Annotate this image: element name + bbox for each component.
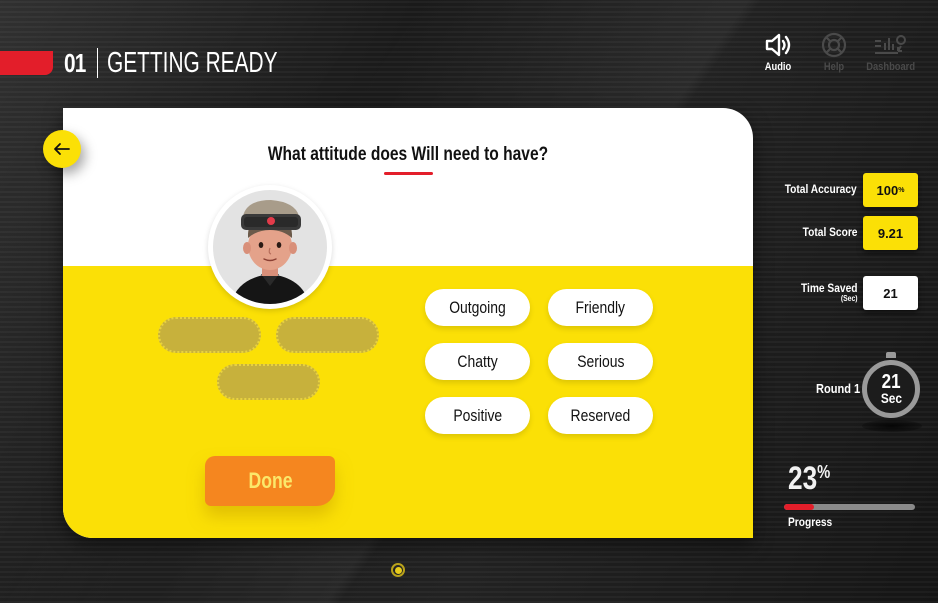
timer-shadow [862, 420, 922, 432]
score-stat: Total Score 9.21 [793, 216, 918, 250]
help-label: Help [823, 61, 845, 73]
back-button[interactable] [43, 130, 81, 168]
round-label: Round 1 [816, 381, 861, 396]
time-saved-label: Time Saved [800, 281, 857, 295]
score-value: 9.21 [863, 216, 918, 250]
section-title: GETTING READY [107, 47, 278, 79]
answer-slot[interactable] [158, 317, 261, 353]
time-saved-unit: (Sec) [840, 294, 857, 304]
dashboard-button[interactable]: Dashboard [862, 32, 918, 73]
help-button[interactable]: Help [806, 32, 862, 73]
progress-bar-fill [784, 504, 815, 510]
speaker-icon [765, 33, 791, 57]
character-illustration [231, 200, 309, 304]
option-outgoing[interactable]: Outgoing [425, 289, 530, 326]
option-label: Positive [453, 405, 502, 425]
progress-bar [784, 504, 915, 510]
time-saved-value: 21 [863, 276, 918, 310]
option-label: Serious [576, 351, 625, 371]
progress-unit: % [817, 462, 831, 482]
time-saved-stat: Time Saved (Sec) 21 [791, 276, 918, 310]
arrow-left-icon [54, 143, 70, 155]
dashboard-label: Dashboard [866, 61, 916, 73]
done-button[interactable]: Done [205, 456, 335, 506]
accuracy-value-box: 100% [863, 173, 918, 207]
audio-button[interactable]: Audio [750, 32, 806, 73]
option-positive[interactable]: Positive [425, 397, 530, 434]
timer-unit: Sec [880, 389, 902, 406]
answer-slot[interactable] [276, 317, 379, 353]
answer-options: Outgoing Friendly Chatty Serious Positiv… [425, 289, 653, 434]
done-label: Done [248, 468, 292, 493]
progress-percent: 23% [788, 460, 830, 497]
progress-label: Progress [788, 515, 833, 529]
score-label: Total Score [802, 225, 857, 240]
title-divider [97, 48, 98, 78]
option-friendly[interactable]: Friendly [548, 289, 653, 326]
audio-label: Audio [764, 61, 792, 73]
question-underline [384, 172, 433, 175]
section-number: 01 [64, 48, 86, 78]
accuracy-unit: % [898, 186, 905, 194]
option-reserved[interactable]: Reserved [548, 397, 653, 434]
option-label: Outgoing [449, 297, 506, 317]
lifebuoy-icon [821, 32, 847, 58]
dashboard-icon [875, 35, 906, 54]
option-label: Reserved [570, 405, 631, 425]
top-nav: Audio Help Dashboard [750, 32, 918, 73]
option-chatty[interactable]: Chatty [425, 343, 530, 380]
stopwatch-icon [886, 352, 896, 358]
pagination-dot[interactable] [391, 563, 405, 577]
time-saved-label-group: Time Saved (Sec) [800, 281, 857, 304]
timer-face: 21 Sec [862, 360, 920, 418]
answer-slot[interactable] [217, 364, 320, 400]
avatar-image [213, 190, 327, 304]
activity-card: What attitude does Will need to have? Ou… [63, 108, 753, 538]
section-marker [0, 51, 53, 75]
stopwatch-timer: 21 Sec [862, 352, 920, 418]
accuracy-label: Total Accuracy [785, 182, 857, 197]
accuracy-stat: Total Accuracy 100% [772, 173, 918, 207]
option-label: Friendly [575, 297, 626, 317]
question-text: What attitude does Will need to have? [267, 144, 549, 165]
option-label: Chatty [457, 351, 498, 371]
progress-value: 23 [788, 460, 818, 496]
option-serious[interactable]: Serious [548, 343, 653, 380]
avatar [208, 185, 332, 309]
accuracy-value: 100 [876, 182, 899, 198]
